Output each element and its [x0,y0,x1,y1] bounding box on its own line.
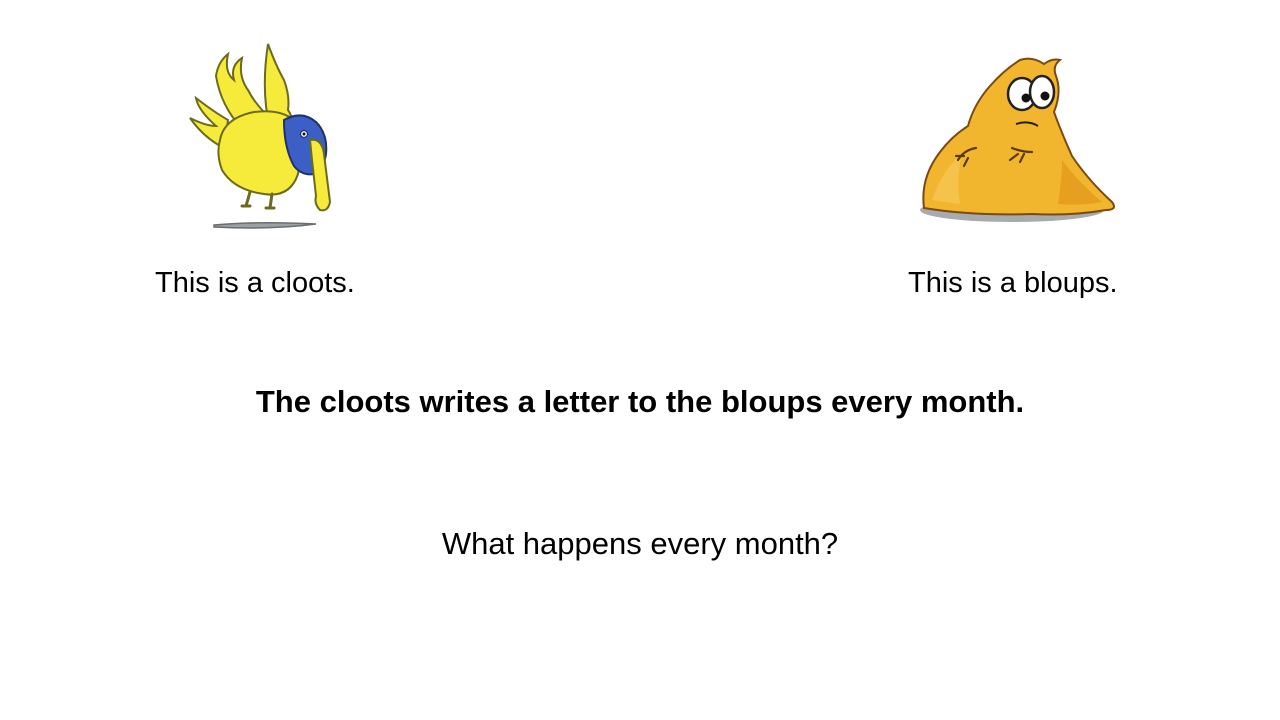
cloots-illustration [180,36,350,236]
slide: This is a cloots. This is a bloups. The … [0,0,1280,720]
orange-blob-creature-icon [920,57,1115,222]
statement-text: The cloots writes a letter to the bloups… [255,384,1025,419]
bloups-caption: This is a bloups. [908,267,1118,299]
cloots-caption: This is a cloots. [155,267,355,299]
yellow-bird-creature-icon [189,43,332,229]
question-text: What happens every month? [441,526,839,561]
bloups-illustration [912,40,1124,232]
